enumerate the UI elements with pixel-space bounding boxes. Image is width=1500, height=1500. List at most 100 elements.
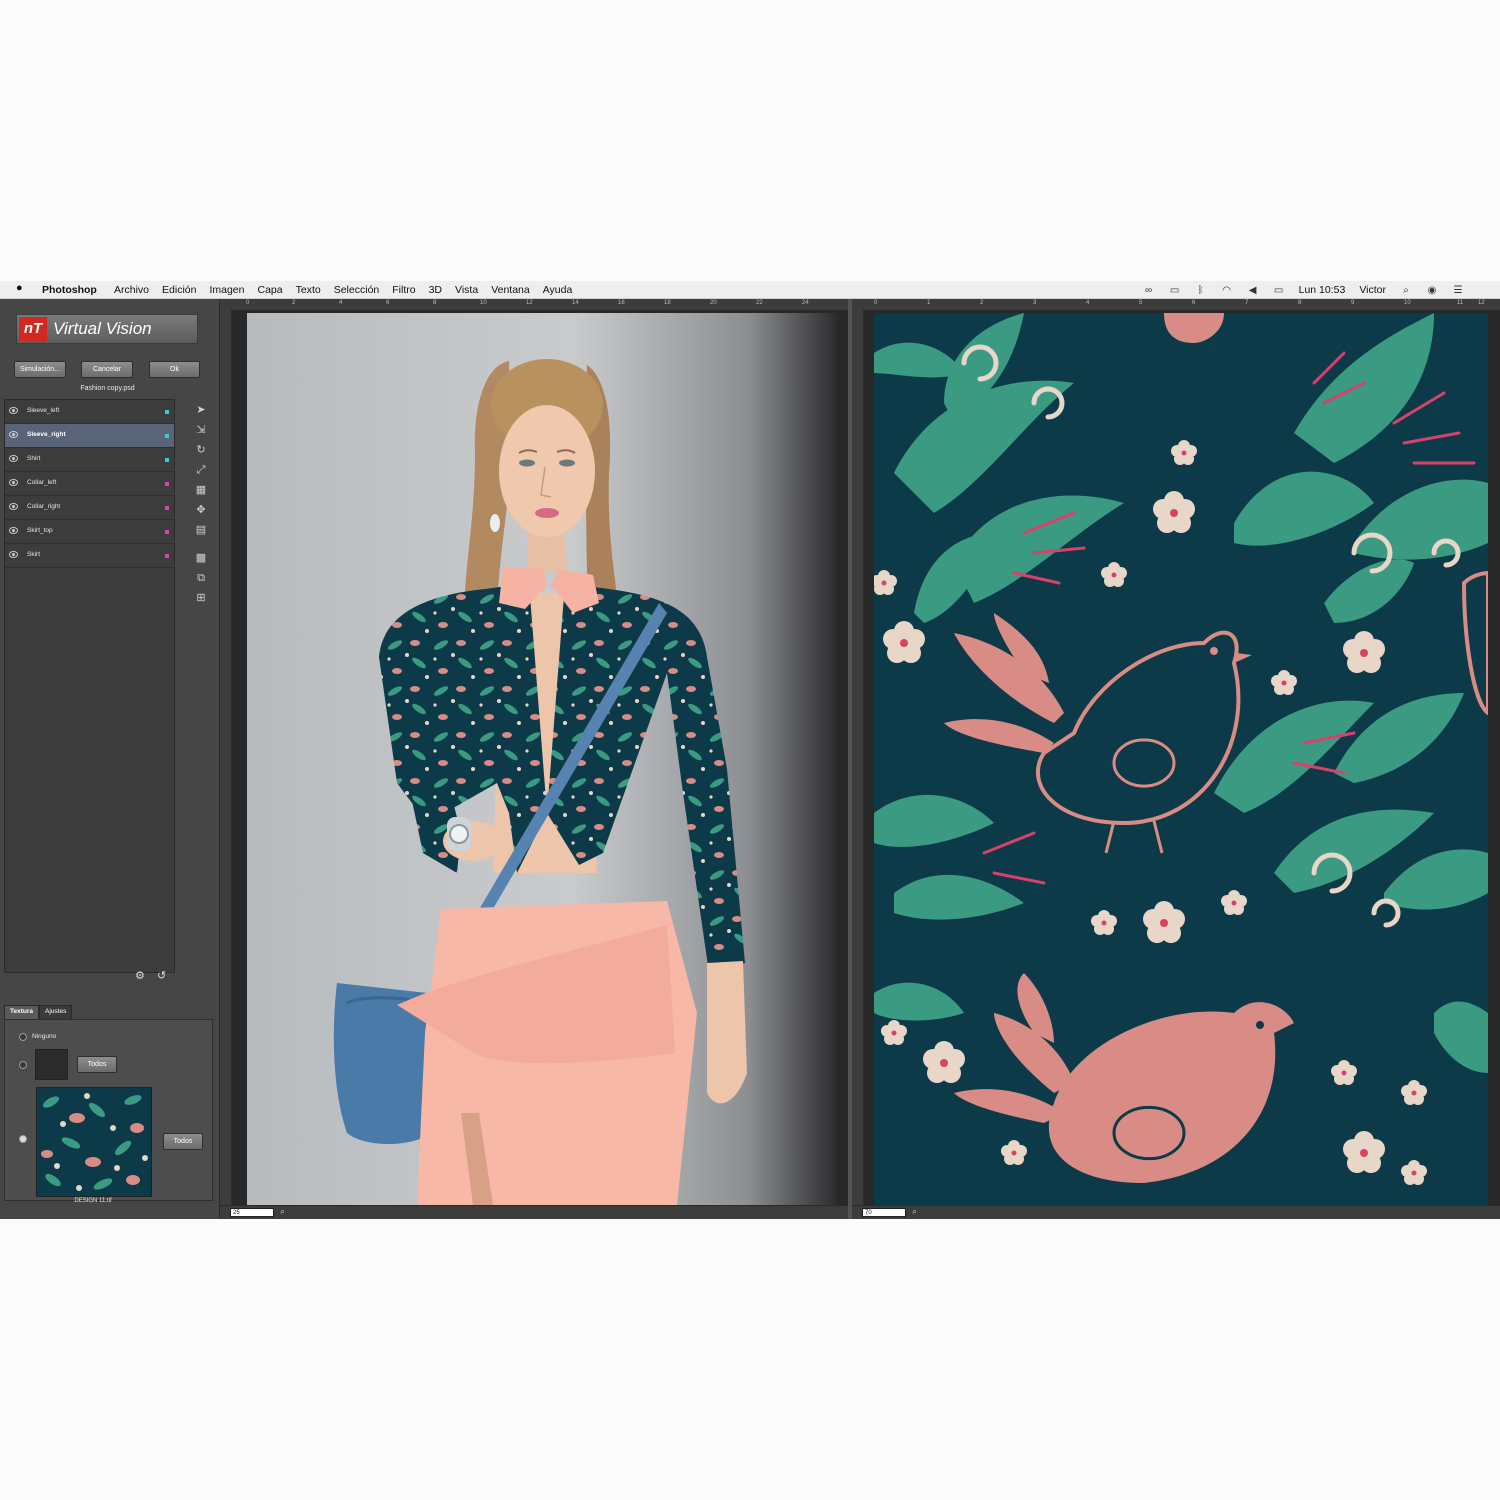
layer-color-swatch bbox=[165, 458, 169, 462]
document-window-model: 0 2 4 6 8 10 12 14 16 18 20 22 24 25 ⌕ bbox=[220, 299, 848, 1219]
layer-list: Sleeve_left Sleeve_right Shirt Collar_le… bbox=[4, 399, 175, 973]
ruler-tick: 2 bbox=[292, 300, 296, 306]
horizontal-ruler: 0 2 4 6 8 10 12 14 16 18 20 22 24 bbox=[220, 299, 848, 311]
layer-color-swatch bbox=[165, 530, 169, 534]
tab-textura[interactable]: Textura bbox=[4, 1005, 39, 1019]
layer-row[interactable]: Shirt bbox=[5, 448, 174, 472]
screen: ● Photoshop Archivo Edición Imagen Capa … bbox=[0, 281, 1500, 1219]
wifi-icon[interactable]: ◠ bbox=[1221, 285, 1233, 296]
creative-cloud-icon[interactable]: ∞ bbox=[1143, 285, 1155, 296]
clock[interactable]: Lun 10:53 bbox=[1299, 284, 1346, 296]
settings-gear-icon[interactable]: ⚙ bbox=[135, 969, 145, 982]
clone-icon[interactable]: ⧉ bbox=[194, 571, 208, 585]
simulate-button[interactable]: Simulación... bbox=[14, 361, 66, 378]
zoom-field[interactable]: 70 bbox=[862, 1208, 906, 1217]
layer-color-swatch bbox=[165, 554, 169, 558]
menu-archivo[interactable]: Archivo bbox=[114, 284, 149, 296]
layer-name: Sleeve_right bbox=[27, 431, 66, 438]
ruler-tick: 12 bbox=[526, 300, 533, 306]
layer-color-swatch bbox=[165, 482, 169, 486]
color-swatch[interactable] bbox=[35, 1049, 68, 1080]
ruler-tick: 6 bbox=[1192, 300, 1196, 306]
search-icon[interactable]: ⌕ bbox=[1400, 285, 1412, 296]
ruler-tick: 12 bbox=[1478, 300, 1485, 306]
layer-row[interactable]: Collar_right bbox=[5, 496, 174, 520]
transform-icon[interactable]: ⊞ bbox=[194, 591, 208, 605]
vertical-ruler bbox=[852, 310, 864, 1206]
menu-capa[interactable]: Capa bbox=[258, 284, 283, 296]
airplay-icon[interactable]: ▭ bbox=[1169, 285, 1181, 296]
layer-name: Collar_left bbox=[27, 479, 57, 486]
refresh-icon[interactable]: ↺ bbox=[157, 969, 166, 982]
battery-icon[interactable]: ▭ bbox=[1273, 285, 1285, 296]
status-bar: 70 ⌕ bbox=[852, 1205, 1500, 1219]
status-bar: 25 ⌕ bbox=[220, 1205, 848, 1219]
zoom-field[interactable]: 25 bbox=[230, 1208, 274, 1217]
warp-grid-icon[interactable]: ▦ bbox=[194, 483, 208, 497]
tab-ajustes[interactable]: Ajustes bbox=[39, 1005, 73, 1019]
checker-icon[interactable]: ▩ bbox=[194, 551, 208, 565]
layer-row[interactable]: Collar_left bbox=[5, 472, 174, 496]
menu-texto[interactable]: Texto bbox=[296, 284, 321, 296]
zoom-icon[interactable]: ⌕ bbox=[912, 1206, 917, 1217]
menu-filtro[interactable]: Filtro bbox=[392, 284, 415, 296]
apple-icon[interactable]: ● bbox=[16, 282, 26, 295]
apply-all-button-1[interactable]: Todos bbox=[77, 1056, 117, 1073]
user-name[interactable]: Victor bbox=[1359, 284, 1386, 296]
nt-logo-mark: nT bbox=[19, 317, 47, 341]
volume-icon[interactable]: ◀ bbox=[1247, 285, 1259, 296]
menu-ventana[interactable]: Ventana bbox=[491, 284, 530, 296]
ruler-tick: 10 bbox=[1404, 300, 1411, 306]
texture-radio[interactable] bbox=[19, 1135, 27, 1143]
layer-row[interactable]: Sleeve_right bbox=[5, 424, 174, 448]
cancel-button[interactable]: Cancelar bbox=[81, 361, 133, 378]
bluetooth-icon[interactable]: ᛒ bbox=[1195, 285, 1207, 296]
eye-icon[interactable] bbox=[9, 503, 18, 510]
app-menu[interactable]: Photoshop bbox=[42, 284, 97, 296]
ruler-tick: 20 bbox=[710, 300, 717, 306]
layer-row[interactable]: Skirt bbox=[5, 544, 174, 568]
model-photo bbox=[247, 313, 837, 1205]
menu-ayuda[interactable]: Ayuda bbox=[543, 284, 573, 296]
ok-button[interactable]: Ok bbox=[149, 361, 200, 378]
menu-3d[interactable]: 3D bbox=[429, 284, 442, 296]
menu-vista[interactable]: Vista bbox=[455, 284, 478, 296]
layer-name: Shirt bbox=[27, 455, 41, 462]
apply-all-button-2[interactable]: Todos bbox=[163, 1133, 203, 1150]
texture-thumbnail[interactable] bbox=[36, 1087, 152, 1197]
ruler-tick: 2 bbox=[980, 300, 984, 306]
eye-icon[interactable] bbox=[9, 407, 18, 414]
move-icon[interactable]: ✥ bbox=[194, 503, 208, 517]
layer-row[interactable]: Skirt_top bbox=[5, 520, 174, 544]
eye-icon[interactable] bbox=[9, 527, 18, 534]
layer-color-swatch bbox=[165, 434, 169, 438]
menu-edicion[interactable]: Edición bbox=[162, 284, 196, 296]
notification-center-icon[interactable]: ☰ bbox=[1452, 285, 1464, 296]
layer-row[interactable]: Sleeve_left bbox=[5, 400, 174, 424]
eye-icon[interactable] bbox=[9, 479, 18, 486]
plugin-logo: nT Virtual Vision bbox=[16, 314, 198, 344]
eye-icon[interactable] bbox=[9, 551, 18, 558]
none-radio[interactable] bbox=[19, 1033, 27, 1041]
none-label: Ninguno bbox=[32, 1033, 57, 1040]
menu-seleccion[interactable]: Selección bbox=[334, 284, 380, 296]
ruler-tick: 7 bbox=[1245, 300, 1249, 306]
ruler-tick: 5 bbox=[1139, 300, 1143, 306]
eye-icon[interactable] bbox=[9, 431, 18, 438]
siri-icon[interactable]: ◉ bbox=[1426, 285, 1438, 296]
ruler-tick: 3 bbox=[1033, 300, 1037, 306]
zoom-icon[interactable]: ⌕ bbox=[280, 1206, 285, 1217]
color-radio[interactable] bbox=[19, 1061, 27, 1069]
layer-name: Skirt_top bbox=[27, 527, 53, 534]
rotate-icon[interactable]: ↻ bbox=[194, 443, 208, 457]
ruler-tick: 8 bbox=[1298, 300, 1302, 306]
eye-icon[interactable] bbox=[9, 455, 18, 462]
direct-select-icon[interactable]: ⇲ bbox=[194, 423, 208, 437]
texture-tabs: Textura Ajustes bbox=[4, 1005, 73, 1019]
scale-icon[interactable]: ⤢ bbox=[194, 463, 208, 477]
select-arrow-icon[interactable]: ➤ bbox=[194, 403, 208, 417]
horizontal-ruler: 0 1 2 3 4 5 6 7 8 9 10 11 12 bbox=[852, 299, 1500, 311]
mesh-icon[interactable]: ▤ bbox=[194, 523, 208, 537]
virtual-vision-panel: nT Virtual Vision Simulación... Cancelar… bbox=[0, 299, 220, 1219]
menu-imagen[interactable]: Imagen bbox=[209, 284, 244, 296]
